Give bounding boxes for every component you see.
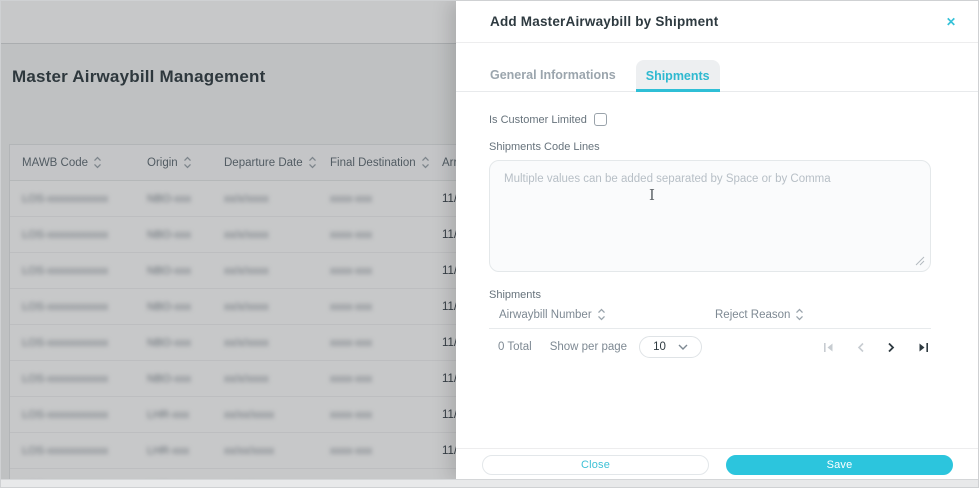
show-per-page-label: Show per page [549,341,628,353]
tab-shipments[interactable]: Shipments [635,60,720,92]
previous-page-icon[interactable] [856,342,865,353]
sort-icon [796,308,804,321]
last-page-icon[interactable] [918,342,929,353]
next-page-icon[interactable] [887,342,896,353]
tab-general-informations[interactable]: General Informations [480,59,626,91]
shipments-code-lines-input[interactable] [489,160,931,272]
first-page-icon[interactable] [823,342,834,353]
is-customer-limited-row: Is Customer Limited [489,113,931,126]
shipments-table-header-row: Airwaybill Number Reject Reason [489,308,931,329]
shipments-pagination: 0 Total Show per page 10 [489,329,931,365]
is-customer-limited-label: Is Customer Limited [489,113,587,126]
drawer-content: Is Customer Limited Shipments Code Lines… [456,113,978,365]
drawer-tabs: General Informations Shipments [456,59,978,92]
is-customer-limited-checkbox[interactable] [593,113,607,126]
shipments-code-lines-label: Shipments Code Lines [489,141,600,153]
column-header-label: Reject Reason [715,308,791,321]
resize-handle-icon[interactable] [915,256,925,266]
save-button[interactable]: Save [726,455,953,475]
shipments-section-label: Shipments [489,289,541,301]
close-icon[interactable]: ✕ [942,12,960,32]
column-header-airwaybill-number[interactable]: Airwaybill Number [499,308,715,321]
add-mawb-drawer: Add MasterAirwaybill by Shipment ✕ Gener… [456,1,978,480]
window-bottom-edge [1,479,978,487]
column-header-label: Airwaybill Number [499,308,592,321]
drawer-header: Add MasterAirwaybill by Shipment ✕ [456,1,978,43]
pagination-nav [823,342,931,353]
page-size-select[interactable]: 10 [639,336,702,358]
sort-icon [597,308,605,321]
total-count: 0 Total [498,341,532,353]
drawer-footer: Close Save [456,448,978,475]
page-size-value: 10 [653,341,666,353]
app-screen: Master Airwaybill Management MAWB Code O… [0,0,979,488]
column-header-reject-reason[interactable]: Reject Reason [715,308,931,321]
close-button[interactable]: Close [482,455,709,475]
drawer-title: Add MasterAirwaybill by Shipment [490,14,719,29]
chevron-down-icon [678,344,688,350]
shipments-code-lines-wrap: I [489,160,931,272]
